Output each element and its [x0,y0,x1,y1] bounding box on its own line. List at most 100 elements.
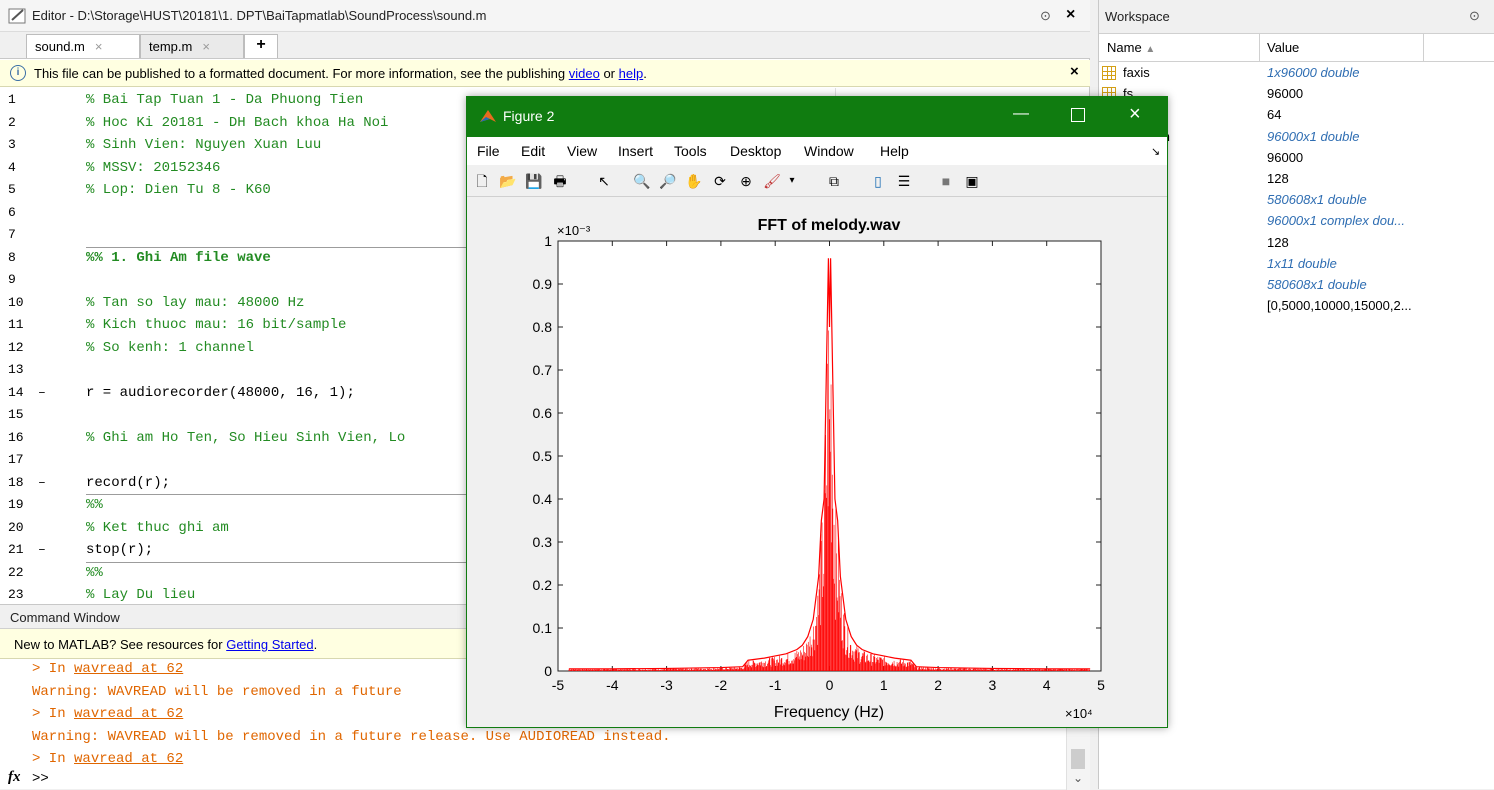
video-link[interactable]: video [569,66,600,81]
tab-label: sound.m [35,39,85,54]
scroll-down-icon[interactable]: ⌄ [1073,771,1083,785]
y-tick-label: 0.8 [533,319,553,335]
minimize-icon[interactable]: — [1013,105,1029,123]
line-number: 18 [8,474,24,490]
line-number: 3 [8,137,16,152]
code-text[interactable]: % Hoc Ki 20181 - DH Bach khoa Ha Noi [86,115,388,131]
x-tick-label: 5 [1097,677,1105,693]
menu-desktop[interactable]: Desktop [730,143,781,159]
code-text[interactable]: % Tan so lay mau: 48000 Hz [86,295,304,311]
info-icon: i [10,65,26,81]
editor-menu-down-icon[interactable]: ⊙ [1040,8,1051,24]
code-text[interactable]: % Lop: Dien Tu 8 - K60 [86,182,271,198]
maximize-icon[interactable] [1071,108,1085,122]
tab-close-icon[interactable]: × [202,39,210,54]
code-text[interactable]: record(r); [86,475,170,491]
y-tick-label: 0.4 [533,491,553,507]
code-text[interactable]: %% [86,497,103,513]
zoom-in-icon[interactable]: 🔍 [633,172,651,190]
wavread-link[interactable]: wavread at 62 [74,661,183,677]
code-text[interactable]: % Sinh Vien: Nguyen Xuan Luu [86,137,321,153]
legend-icon[interactable]: ☰ [895,172,913,190]
pan-icon[interactable]: ✋ [685,172,703,190]
hide-plot-tools-icon[interactable]: ■ [937,172,955,190]
x-tick-label: -4 [606,677,619,693]
code-text[interactable]: % Kich thuoc mau: 16 bit/sample [86,317,346,333]
figure-close-icon[interactable]: × [1129,103,1141,126]
editor-tabbar: sound.m × temp.m × + [0,32,1090,59]
y-tick-label: 0.6 [533,405,553,421]
tab-temp-m[interactable]: temp.m × [140,34,244,58]
command-output-line: > In wavread at 62 [32,706,184,722]
workspace-title: Workspace [1105,9,1170,24]
data-cursor-icon[interactable]: ⊕ [737,172,755,190]
y-tick-label: 0.7 [533,362,553,378]
code-text[interactable]: %% [86,565,103,581]
fx-icon[interactable]: fx [8,769,21,786]
x-tick-label: 3 [989,677,997,693]
tab-close-icon[interactable]: × [95,39,103,54]
save-icon[interactable]: 💾 [525,172,543,190]
menu-edit[interactable]: Edit [521,143,545,159]
menu-window[interactable]: Window [804,143,854,159]
infobar-close-icon[interactable]: × [1070,63,1079,80]
breakpoint-dash[interactable]: – [38,385,46,400]
code-text[interactable]: % So kenh: 1 channel [86,340,254,356]
code-text[interactable]: % Lay Du lieu [86,587,195,603]
getting-started-link[interactable]: Getting Started [226,637,313,652]
menu-insert[interactable]: Insert [618,143,653,159]
menu-view[interactable]: View [567,143,597,159]
wavread-link[interactable]: wavread at 62 [74,706,183,722]
command-prompt[interactable]: >> [32,771,49,787]
help-link[interactable]: help [619,66,644,81]
line-number: 7 [8,227,16,242]
menu-tools[interactable]: Tools [674,143,707,159]
code-text[interactable]: % Ghi am Ho Ten, So Hieu Sinh Vien, Lo [86,430,405,446]
workspace-titlebar: Workspace ⊙ [1099,0,1494,34]
line-number: 12 [8,339,24,355]
line-number: 5 [8,182,16,197]
variable-value: 1x96000 double [1267,65,1360,80]
figure-titlebar: Figure 2 — × [467,97,1167,137]
show-plot-tools-icon[interactable]: ▣ [963,172,981,190]
zoom-out-icon[interactable]: 🔎 [659,172,677,190]
rotate-3d-icon[interactable]: ⟳ [711,172,729,190]
breakpoint-dash[interactable]: – [38,542,46,557]
link-plot-icon[interactable]: ⧉ [825,172,843,190]
code-text[interactable]: stop(r); [86,542,153,558]
code-text[interactable]: %% 1. Ghi Am file wave [86,250,271,266]
wavread-link[interactable]: wavread at 62 [74,751,183,767]
colorbar-icon[interactable]: ▯ [869,172,887,190]
dock-arrow-icon[interactable]: ↘ [1151,145,1160,158]
tab-sound-m[interactable]: sound.m × [26,34,140,58]
variable-value: 580608x1 double [1267,192,1367,208]
brush-dropdown-icon[interactable]: ▾ [783,172,801,190]
add-tab-button[interactable]: + [244,34,278,58]
scrollbar-thumb[interactable] [1071,749,1085,769]
figure-canvas: 0 0.1 0.2 0.3 0.4 0.5 0.6 0.7 0.8 0.9 1 -5 -4 -3 -2 -1… [467,197,1167,727]
code-text[interactable]: % MSSV: 20152346 [86,160,220,176]
menu-help[interactable]: Help [880,143,909,159]
column-name-header[interactable]: Name ▲ [1107,40,1155,55]
code-text[interactable]: r = audiorecorder(48000, 16, 1); [86,385,355,401]
brush-icon[interactable]: 🖌 [763,172,781,190]
code-text[interactable]: % Ket thuc ghi am [86,520,229,536]
x-tick-label: 4 [1043,677,1051,693]
workspace-row[interactable]: faxis 1x96000 double [1099,63,1494,84]
code-text[interactable]: % Bai Tap Tuan 1 - Da Phuong Tien [86,92,363,108]
column-value-header[interactable]: Value [1267,40,1299,55]
line-number: 4 [8,159,16,175]
open-file-icon[interactable]: 📂 [499,172,517,190]
new-figure-icon[interactable]: 🗋 [473,172,491,190]
variable-value: 580608x1 double [1267,277,1367,292]
menu-file[interactable]: File [477,143,500,159]
breakpoint-dash[interactable]: – [38,475,46,490]
editor-close-icon[interactable]: × [1066,6,1075,24]
edit-plot-icon[interactable]: ↖ [595,172,613,190]
workspace-header: Name ▲ Value [1099,34,1494,62]
print-icon[interactable]: 🖶 [551,172,569,190]
variable-value: 96000x1 double [1267,128,1360,144]
workspace-menu-icon[interactable]: ⊙ [1469,8,1480,24]
tab-label: temp.m [149,39,193,54]
matlab-logo-icon [480,110,496,122]
